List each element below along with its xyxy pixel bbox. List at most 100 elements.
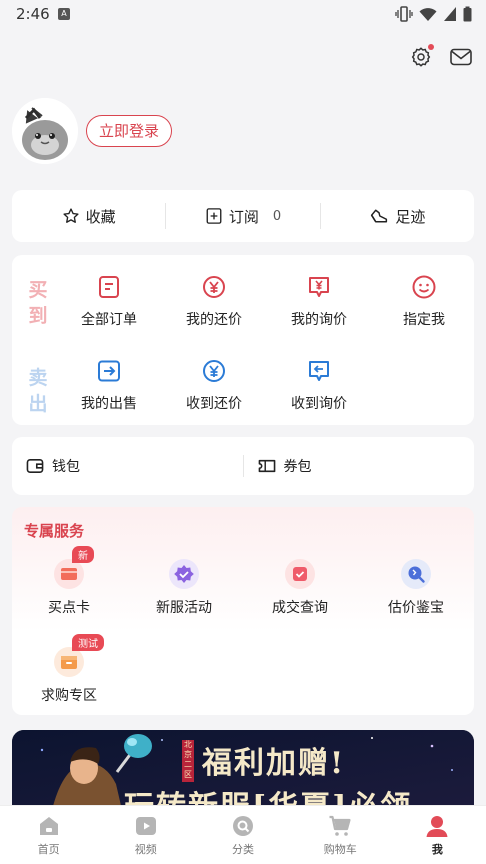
sell-char-1: 卖	[28, 367, 48, 389]
banner-stamp: 北京二区	[184, 740, 192, 779]
purchase-request-button[interactable]: 测试 求购专区	[14, 634, 124, 705]
service-title: 专属服务	[24, 522, 85, 540]
banner-headline: 福利加赠!	[202, 746, 346, 781]
sell-char-2: 出	[28, 393, 48, 415]
new-server-event-label: 新服活动	[156, 600, 212, 616]
tab-video[interactable]: 视频	[97, 806, 194, 864]
purchase-box-icon: 测试	[54, 634, 104, 677]
header-actions	[408, 44, 474, 70]
purchase-request-label: 求购专区	[41, 688, 97, 704]
tab-home[interactable]: 首页	[0, 806, 97, 864]
notification-icon: A	[58, 8, 70, 20]
exclusive-service-card: 专属服务 新 买点卡 新服活动 成交查询 估价鉴宝 测试 求购专区	[12, 507, 474, 715]
settings-button[interactable]	[408, 44, 434, 70]
vibrate-icon	[395, 6, 413, 22]
appraisal-label: 估价鉴宝	[388, 600, 444, 616]
my-sales-button[interactable]: 我的出售	[59, 358, 159, 413]
mail-icon	[450, 48, 472, 66]
all-orders-button[interactable]: 全部订单	[59, 274, 159, 329]
footprint-label: 足迹	[395, 207, 426, 226]
cart-icon	[329, 815, 351, 836]
new-server-event-button[interactable]: 新服活动	[129, 559, 239, 617]
point-card-label: 买点卡	[48, 600, 90, 616]
favorites-label: 收藏	[85, 207, 116, 226]
login-button[interactable]: 立即登录	[86, 115, 173, 147]
new-badge: 新	[72, 546, 94, 563]
subscribe-count: 0	[272, 208, 282, 224]
category-icon	[233, 816, 253, 836]
buy-char-1: 买	[28, 279, 48, 301]
coupons-button[interactable]: 券包	[244, 456, 475, 476]
tab-category-label: 分类	[232, 843, 254, 856]
footprint-icon	[371, 209, 388, 223]
avatar[interactable]	[12, 98, 78, 164]
tab-profile-label: 我	[431, 843, 443, 856]
yen-bubble-blue-icon	[203, 360, 225, 382]
my-counter-offer-label: 我的还价	[186, 312, 242, 328]
deal-query-button[interactable]: 成交查询	[245, 559, 355, 617]
settings-notification-dot	[428, 44, 434, 50]
coupon-icon	[258, 459, 275, 473]
inquiry-in-icon	[309, 361, 329, 381]
appraisal-button[interactable]: 估价鉴宝	[361, 559, 471, 617]
deal-check-icon	[285, 559, 315, 589]
tab-video-label: 视频	[134, 843, 157, 856]
promo-banner[interactable]: 北京二区 福利加赠! 玩转新服[华夏]必领	[12, 730, 474, 810]
home-icon	[39, 817, 58, 835]
all-orders-label: 全部订单	[81, 312, 137, 328]
yen-tag-icon	[309, 277, 329, 297]
profile-icon	[426, 816, 448, 837]
my-counter-offer-button[interactable]: 我的还价	[164, 274, 264, 329]
my-inquiry-button[interactable]: 我的询价	[269, 274, 369, 329]
assigned-to-me-label: 指定我	[403, 312, 445, 328]
assigned-to-me-button[interactable]: 指定我	[374, 274, 474, 329]
video-icon	[135, 817, 156, 835]
wallet-button[interactable]: 钱包	[12, 456, 243, 476]
sell-arrow-icon	[98, 360, 120, 382]
star-icon	[63, 208, 79, 223]
deal-query-label: 成交查询	[272, 600, 328, 616]
tab-category[interactable]: 分类	[194, 806, 291, 864]
messages-button[interactable]	[448, 44, 474, 70]
trade-card: 买 到 卖 出 全部订单 我的还价 我的询价 指定我 我的出售 收到还价 收到询…	[12, 255, 474, 425]
point-card-icon: 新	[54, 546, 94, 589]
buy-char-2: 到	[28, 305, 48, 327]
appraisal-search-icon	[401, 559, 431, 589]
subscribe-button[interactable]: 订阅 0	[166, 206, 319, 227]
order-list-icon	[99, 276, 119, 298]
smile-icon	[412, 275, 436, 299]
tab-cart-label: 购物车	[323, 843, 357, 856]
wallet-bar: 钱包 券包	[12, 437, 474, 495]
received-counter-offer-button[interactable]: 收到还价	[164, 358, 264, 413]
received-inquiry-button[interactable]: 收到询价	[269, 358, 369, 413]
favorites-button[interactable]: 收藏	[12, 206, 165, 227]
sell-side-label: 卖 出	[26, 365, 50, 417]
status-bar: 2:46 A	[0, 0, 486, 28]
subscribe-plus-icon	[206, 208, 222, 224]
wallet-label: 钱包	[52, 459, 80, 475]
coupons-label: 券包	[283, 459, 312, 475]
wifi-icon	[419, 8, 437, 21]
my-inquiry-label: 我的询价	[291, 312, 347, 328]
tab-home-label: 首页	[37, 843, 60, 856]
subscribe-label: 订阅	[228, 207, 259, 226]
battery-icon	[463, 6, 472, 22]
wallet-icon	[26, 458, 44, 474]
buy-side-label: 买 到	[26, 277, 50, 329]
footprint-button[interactable]: 足迹	[321, 206, 474, 227]
received-inquiry-label: 收到询价	[291, 396, 347, 412]
bottom-tab-bar: 首页 视频 分类 购物车 我	[0, 805, 486, 864]
tab-profile[interactable]: 我	[389, 806, 486, 864]
status-time: 2:46	[16, 5, 50, 23]
system-icons	[395, 6, 472, 22]
test-badge: 测试	[72, 634, 104, 651]
mascot-avatar-icon	[12, 98, 78, 164]
my-sales-label: 我的出售	[81, 396, 137, 412]
signal-icon	[444, 7, 456, 21]
event-badge-icon	[169, 559, 199, 589]
received-counter-offer-label: 收到还价	[186, 396, 242, 412]
yen-bubble-icon	[203, 276, 225, 298]
point-card-button[interactable]: 新 买点卡	[14, 546, 124, 617]
quick-access-bar: 收藏 订阅 0 足迹	[12, 190, 474, 242]
tab-cart[interactable]: 购物车	[292, 806, 389, 864]
